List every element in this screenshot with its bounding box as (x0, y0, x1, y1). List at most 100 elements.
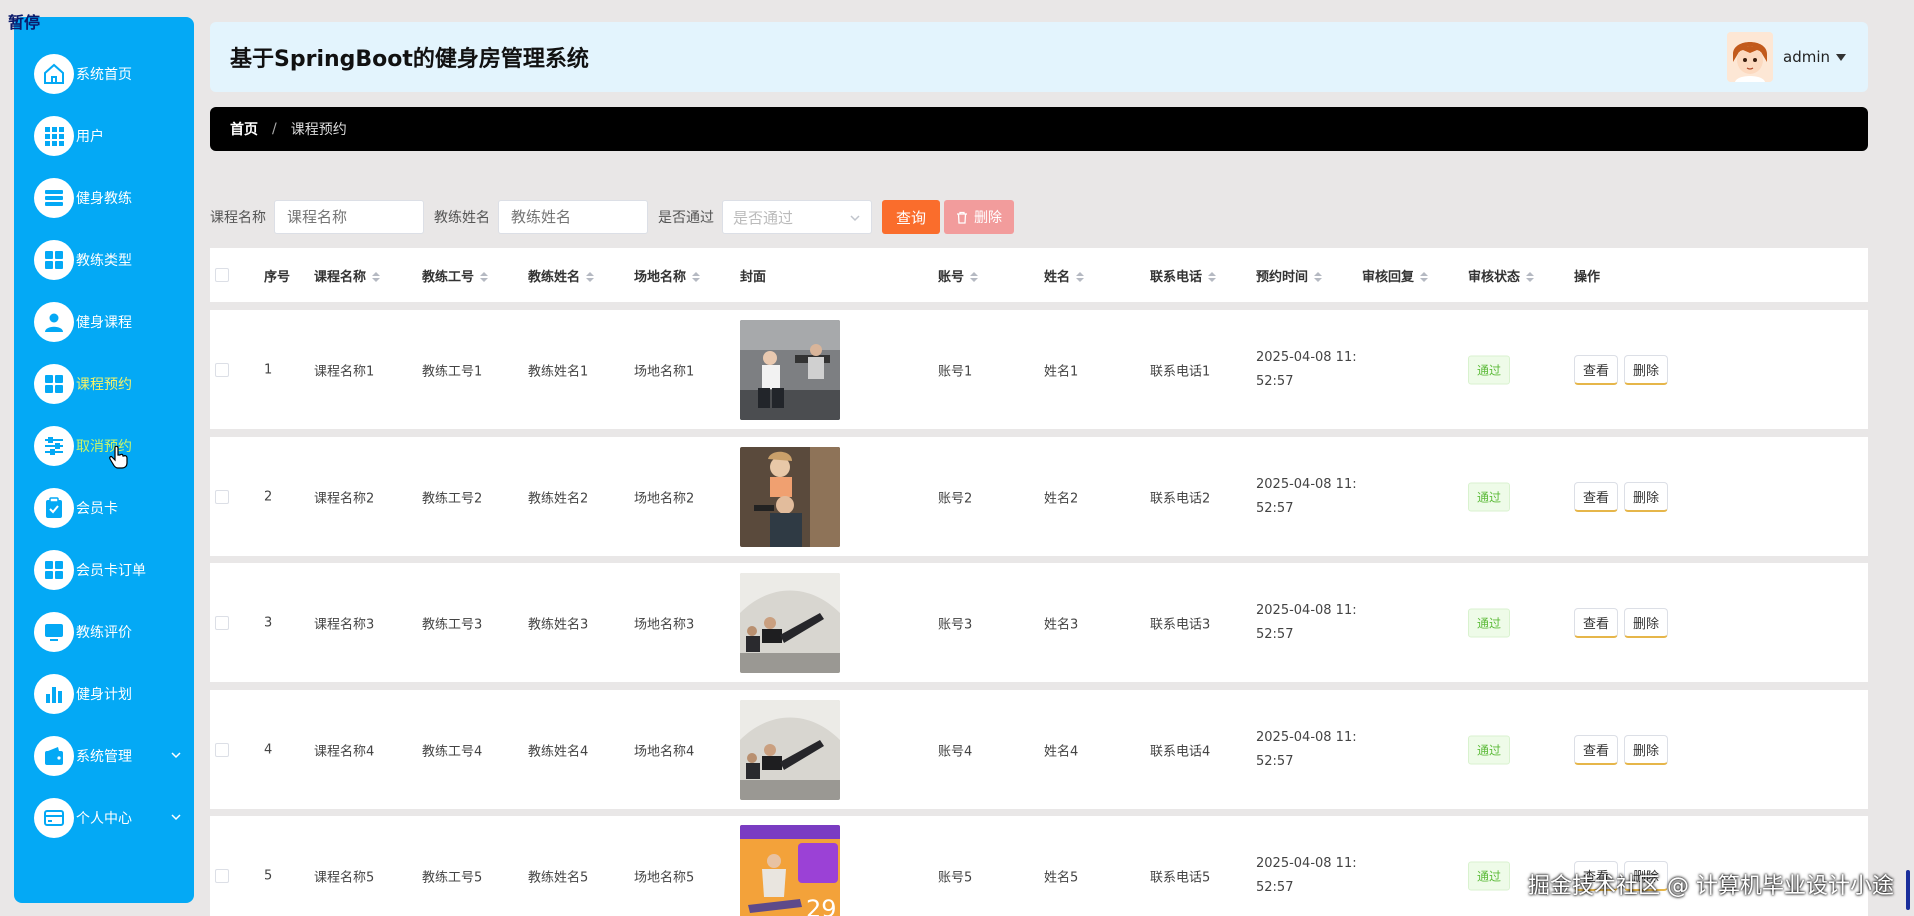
sidebar-item-courses[interactable]: 健身课程 (14, 291, 194, 353)
breadcrumb-current: 课程预约 (290, 122, 347, 138)
col-phone[interactable]: 联系电话 (1150, 266, 1217, 285)
view-button[interactable]: 查看 (1574, 607, 1619, 638)
caret-down-icon[interactable] (1836, 53, 1846, 61)
table-row: 3 课程名称3 教练工号3 教练姓名3 场地名称3 账号3 姓名3 联系电话3 … (210, 563, 1868, 682)
view-button[interactable]: 查看 (1574, 354, 1619, 385)
row-account: 账号3 (938, 617, 973, 632)
sidebar-item-coach-types[interactable]: 教练类型 (14, 229, 194, 291)
sidebar-item-card-orders[interactable]: 会员卡订单 (14, 539, 194, 601)
col-venue-label: 场地名称 (634, 269, 687, 285)
row-checkbox[interactable] (215, 869, 229, 883)
col-time-label: 预约时间 (1256, 269, 1309, 285)
cover-image[interactable] (740, 699, 840, 800)
col-name[interactable]: 姓名 (1044, 266, 1085, 285)
col-coach-name[interactable]: 教练姓名 (528, 266, 595, 285)
row-checkbox[interactable] (215, 742, 229, 757)
user-menu[interactable]: admin (1727, 32, 1846, 82)
breadcrumb-home[interactable]: 首页 (230, 119, 258, 139)
cover-image[interactable] (740, 319, 840, 420)
col-reply[interactable]: 审核回复 (1362, 266, 1429, 285)
batch-delete-button[interactable]: 删除 (944, 200, 1015, 234)
watermark: 掘金技术社区 @ 计算机毕业设计小途 (1528, 874, 1894, 899)
sidebar: 系统首页 用户 健身教练 教练类型 健身课程 课程预约 取消预约 会员卡 会员卡… (14, 17, 194, 903)
row-checkbox[interactable] (215, 362, 229, 377)
course-name-input[interactable] (274, 200, 424, 234)
sort-icon[interactable] (1208, 272, 1217, 282)
sort-icon[interactable] (692, 272, 701, 282)
row-phone: 联系电话1 (1150, 364, 1211, 379)
sort-icon[interactable] (970, 272, 979, 282)
sort-icon[interactable] (1420, 272, 1429, 282)
avatar[interactable] (1727, 32, 1773, 82)
select-all-checkbox[interactable] (215, 268, 229, 282)
row-account: 账号1 (938, 364, 973, 379)
sidebar-item-system-management[interactable]: 系统管理 (14, 725, 194, 787)
sidebar-item-cancel-booking[interactable]: 取消预约 (14, 415, 194, 477)
col-venue[interactable]: 场地名称 (634, 266, 701, 285)
query-button[interactable]: 查询 (882, 200, 941, 234)
batch-delete-label: 删除 (974, 210, 1003, 226)
apps-icon (34, 240, 74, 280)
row-coach-no: 教练工号4 (422, 744, 483, 759)
sidebar-item-personal-center[interactable]: 个人中心 (14, 787, 194, 849)
row-venue: 场地名称3 (634, 617, 695, 632)
cover-image[interactable] (740, 446, 840, 547)
row-actions: 查看 删除 (1574, 607, 1674, 638)
row-phone: 联系电话5 (1150, 870, 1211, 886)
status-badge: 通过 (1468, 355, 1511, 384)
delete-button[interactable]: 删除 (1624, 354, 1669, 385)
breadcrumb: 首页 / 课程预约 (210, 107, 1868, 151)
view-button[interactable]: 查看 (1574, 481, 1619, 512)
col-coach-name-label: 教练姓名 (528, 269, 581, 285)
delete-button[interactable]: 删除 (1624, 481, 1669, 512)
cover-image[interactable]: 29 (740, 825, 840, 916)
sidebar-item-label: 系统首页 (76, 67, 132, 83)
row-time: 2025-04-08 11: 52:57 (1256, 726, 1357, 774)
scroll-indicator (1906, 870, 1910, 910)
delete-button[interactable]: 删除 (1624, 607, 1669, 638)
cover-image[interactable] (740, 572, 840, 673)
sidebar-item-fitness-plan[interactable]: 健身计划 (14, 663, 194, 725)
row-checkbox[interactable] (215, 615, 229, 630)
sidebar-item-label: 健身课程 (76, 315, 132, 331)
sort-icon[interactable] (480, 272, 489, 282)
status-badge: 通过 (1468, 861, 1511, 891)
col-phone-label: 联系电话 (1150, 269, 1203, 285)
sort-icon[interactable] (1076, 272, 1085, 282)
view-button[interactable]: 查看 (1574, 734, 1619, 765)
col-name-label: 姓名 (1044, 269, 1071, 285)
row-coach-name: 教练姓名3 (528, 617, 589, 632)
sidebar-item-coaches[interactable]: 健身教练 (14, 167, 194, 229)
delete-button[interactable]: 删除 (1624, 734, 1669, 765)
user-name[interactable]: admin (1783, 48, 1830, 66)
person-icon (34, 302, 74, 342)
coach-name-input[interactable] (498, 200, 648, 234)
row-coach-name: 教练姓名4 (528, 744, 589, 759)
col-coach-no-label: 教练工号 (422, 269, 475, 285)
sidebar-item-coach-reviews[interactable]: 教练评价 (14, 601, 194, 663)
app-title: 基于SpringBoot的健身房管理系统 (230, 47, 589, 72)
sidebar-item-users[interactable]: 用户 (14, 105, 194, 167)
row-time: 2025-04-08 11: 52:57 (1256, 852, 1357, 900)
sort-icon[interactable] (586, 272, 595, 282)
row-venue: 场地名称5 (634, 870, 695, 886)
row-coach-no: 教练工号2 (422, 491, 483, 506)
row-index: 4 (264, 742, 273, 757)
row-time-rest: 52:57 (1256, 880, 1294, 895)
col-coach-no[interactable]: 教练工号 (422, 266, 489, 285)
pass-filter-select[interactable]: 是否通过 (722, 200, 872, 234)
row-checkbox[interactable] (215, 489, 229, 504)
sort-icon[interactable] (1314, 272, 1323, 282)
col-course[interactable]: 课程名称 (314, 266, 381, 285)
col-status[interactable]: 审核状态 (1468, 266, 1535, 285)
row-account: 账号5 (938, 870, 973, 886)
sort-icon[interactable] (1526, 272, 1535, 282)
sidebar-item-home[interactable]: 系统首页 (14, 43, 194, 105)
sidebar-item-course-booking[interactable]: 课程预约 (14, 353, 194, 415)
bar-chart-icon (34, 674, 74, 714)
sidebar-item-membership-card[interactable]: 会员卡 (14, 477, 194, 539)
col-time[interactable]: 预约时间 (1256, 266, 1323, 285)
col-account[interactable]: 账号 (938, 266, 979, 285)
sort-icon[interactable] (372, 272, 381, 282)
chevron-down-icon (171, 814, 181, 821)
